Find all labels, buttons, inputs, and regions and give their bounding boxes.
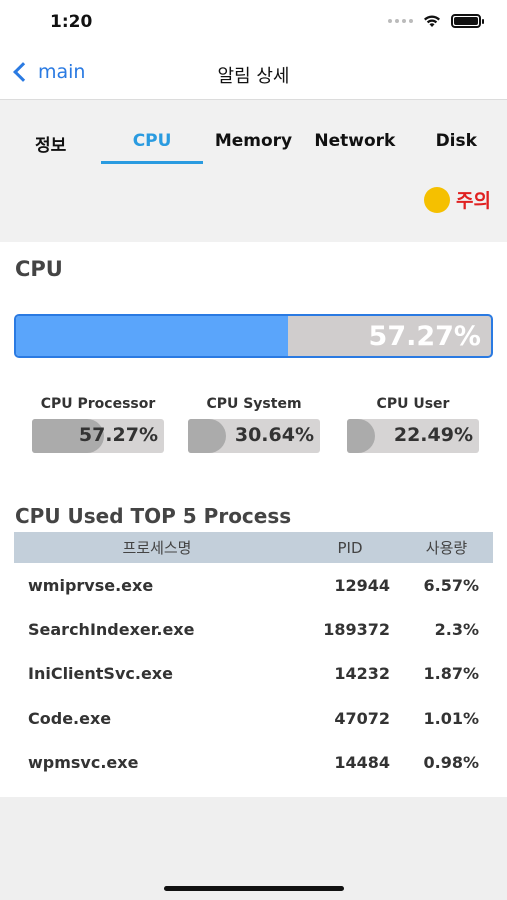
process-usage: 6.57%: [423, 575, 479, 595]
metric-cpu-system: CPU System 30.64%: [184, 396, 324, 453]
tab-cpu[interactable]: CPU: [101, 128, 203, 164]
table-row: IniClientSvc.exe 14232 1.87%: [14, 652, 493, 696]
metric-cpu-user: CPU User 22.49%: [343, 396, 483, 453]
metric-bar: 57.27%: [32, 419, 164, 453]
tab-memory[interactable]: Memory: [203, 128, 304, 164]
table-row: SearchIndexer.exe 189372 2.3%: [14, 607, 493, 651]
table-row: wpmsvc.exe 14484 0.98%: [14, 741, 493, 785]
page-title: 알림 상세: [217, 66, 290, 87]
table-row: wmiprvse.exe 12944 6.57%: [14, 563, 493, 607]
process-pid: 14484: [334, 753, 390, 773]
metric-value: 30.64%: [234, 424, 314, 446]
cpu-total-progress-bar: 57.27%: [14, 314, 493, 358]
table-row: Code.exe 47072 1.01%: [14, 696, 493, 740]
status-bar: 1:20: [0, 0, 507, 48]
process-usage: 1.01%: [423, 708, 479, 728]
tabs-area: 정보 CPU Memory Network Disk 주의: [0, 100, 507, 242]
status-icons: [388, 14, 484, 28]
column-header-usage: 사용량: [425, 539, 468, 557]
home-indicator[interactable]: [164, 886, 344, 891]
column-header-process-name: 프로세스명: [122, 539, 192, 557]
metric-value: 57.27%: [78, 424, 158, 446]
process-pid: 14232: [334, 664, 390, 684]
metric-bar-fill: [347, 419, 376, 453]
metric-label: CPU System: [206, 396, 302, 412]
alert-status-dot: [424, 186, 451, 213]
process-name: wmiprvse.exe: [28, 575, 154, 595]
metric-value: 22.49%: [393, 424, 473, 446]
cpu-metrics: CPU Processor 57.27% CPU System 30.64% C…: [0, 396, 507, 466]
tab-network[interactable]: Network: [304, 128, 405, 164]
metric-cpu-processor: CPU Processor 57.27%: [28, 396, 168, 453]
metric-bar: 30.64%: [188, 419, 320, 453]
column-header-pid: PID: [337, 538, 363, 557]
navigation-bar: main 알림 상세: [0, 48, 507, 100]
process-pid: 47072: [334, 708, 390, 728]
metric-label: CPU User: [376, 396, 450, 412]
cellular-signal-icon: [388, 19, 413, 23]
wifi-icon: [424, 15, 440, 27]
process-pid: 189372: [323, 620, 390, 640]
process-name: Code.exe: [28, 708, 112, 728]
process-table: 프로세스명 PID 사용량 wmiprvse.exe 12944 6.57% S…: [14, 532, 493, 785]
cpu-detail-panel: CPU 57.27% CPU Processor 57.27% CPU Syst…: [0, 242, 507, 797]
tab-disk[interactable]: Disk: [406, 128, 507, 164]
process-name: IniClientSvc.exe: [28, 664, 173, 684]
metric-bar-fill: [188, 419, 227, 453]
status-time: 1:20: [50, 12, 93, 32]
cpu-total-progress-fill: [16, 316, 289, 356]
process-usage: 2.3%: [434, 620, 479, 640]
process-pid: 12944: [334, 575, 390, 595]
top-process-title: CPU Used TOP 5 Process: [15, 504, 292, 528]
cpu-total-percent: 57.27%: [368, 321, 481, 352]
process-usage: 1.87%: [423, 664, 479, 684]
metric-label: CPU Processor: [40, 396, 156, 412]
battery-icon: [451, 14, 484, 28]
process-name: wpmsvc.exe: [28, 753, 139, 773]
process-usage: 0.98%: [423, 753, 479, 773]
section-title: CPU: [15, 257, 63, 281]
process-name: SearchIndexer.exe: [28, 620, 195, 640]
table-header: 프로세스명 PID 사용량: [14, 532, 493, 563]
tab-bar: 정보 CPU Memory Network Disk: [0, 128, 507, 168]
tab-info[interactable]: 정보: [0, 128, 101, 164]
metric-bar: 22.49%: [347, 419, 479, 453]
alert-level-indicator: 주의: [424, 186, 491, 213]
alert-level-label: 주의: [456, 190, 491, 212]
